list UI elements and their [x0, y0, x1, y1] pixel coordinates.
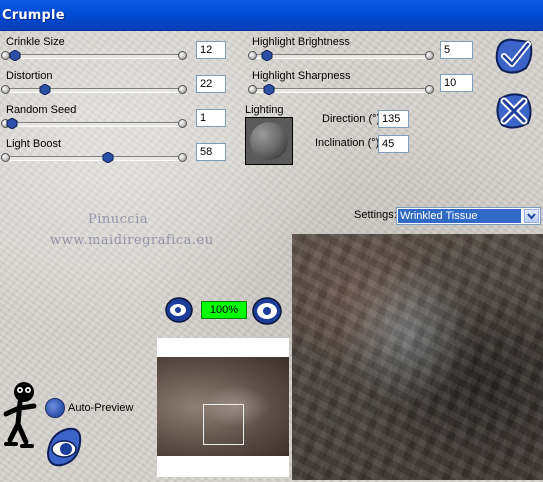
preview-button[interactable]: [44, 425, 84, 469]
distortion-slider[interactable]: [1, 84, 187, 95]
lighting-sphere-control[interactable]: [245, 117, 293, 165]
crinkle-size-input[interactable]: 12: [196, 41, 226, 59]
crinkle-size-thumb[interactable]: [8, 50, 22, 61]
help-button[interactable]: [0, 380, 42, 456]
navigator-image: [157, 357, 289, 456]
direction-label: Direction (°): [322, 113, 381, 125]
random-seed-label: Random Seed: [6, 104, 77, 116]
crinkle-size-slider[interactable]: [1, 50, 187, 61]
light-boost-thumb[interactable]: [101, 152, 115, 163]
title-bar: Crumple: [0, 0, 543, 31]
random-seed-thumb[interactable]: [5, 118, 19, 129]
watermark-name: Pinuccia: [88, 212, 149, 227]
random-seed-input[interactable]: 1: [196, 109, 226, 127]
highlight-brightness-input[interactable]: 5: [440, 41, 473, 59]
distortion-thumb[interactable]: [38, 84, 52, 95]
chevron-down-icon[interactable]: [524, 209, 539, 223]
highlight-brightness-label: Highlight Brightness: [252, 36, 350, 48]
settings-label: Settings:: [354, 209, 397, 221]
crinkle-size-label: Crinkle Size: [6, 36, 65, 48]
lighting-sphere: [250, 122, 288, 160]
settings-selected-value: Wrinkled Tissue: [398, 209, 521, 223]
zoom-out-icon: [165, 297, 193, 323]
checkmark-icon: [495, 38, 533, 74]
preview-eye-icon: [46, 427, 82, 467]
highlight-brightness-slider[interactable]: [248, 50, 434, 61]
distortion-label: Distortion: [6, 70, 53, 82]
zoom-out-button[interactable]: [164, 295, 194, 325]
cancel-x-icon: [496, 93, 532, 129]
zoom-in-icon: [252, 297, 282, 325]
settings-dropdown[interactable]: Wrinkled Tissue: [396, 207, 541, 225]
direction-input[interactable]: 135: [378, 110, 409, 128]
light-boost-slider[interactable]: [1, 152, 187, 163]
lighting-label: Lighting: [245, 104, 284, 116]
highlight-sharpness-slider[interactable]: [248, 84, 434, 95]
inclination-label: Inclination (°): [315, 137, 380, 149]
light-boost-input[interactable]: 58: [196, 143, 226, 161]
highlight-sharpness-input[interactable]: 10: [440, 74, 473, 92]
window-title: Crumple: [2, 8, 65, 23]
zoom-level: 100%: [201, 301, 247, 319]
zoom-in-button[interactable]: [251, 295, 283, 327]
ok-button[interactable]: [492, 34, 536, 78]
cancel-button[interactable]: [492, 89, 536, 133]
highlight-sharpness-thumb[interactable]: [262, 84, 276, 95]
random-seed-slider[interactable]: [1, 118, 187, 129]
navigator-viewport-rect[interactable]: [203, 404, 244, 445]
highlight-brightness-thumb[interactable]: [260, 50, 274, 61]
help-figure-icon: [3, 382, 37, 448]
navigator-preview[interactable]: [157, 338, 289, 477]
auto-preview-toggle[interactable]: [45, 398, 65, 418]
highlight-sharpness-label: Highlight Sharpness: [252, 70, 351, 82]
distortion-input[interactable]: 22: [196, 75, 226, 93]
inclination-input[interactable]: 45: [378, 135, 409, 153]
light-boost-label: Light Boost: [6, 138, 62, 150]
auto-preview-label: Auto-Preview: [68, 402, 134, 414]
effect-preview[interactable]: [292, 234, 543, 480]
watermark-url: www.maidiregrafica.eu: [50, 233, 214, 248]
